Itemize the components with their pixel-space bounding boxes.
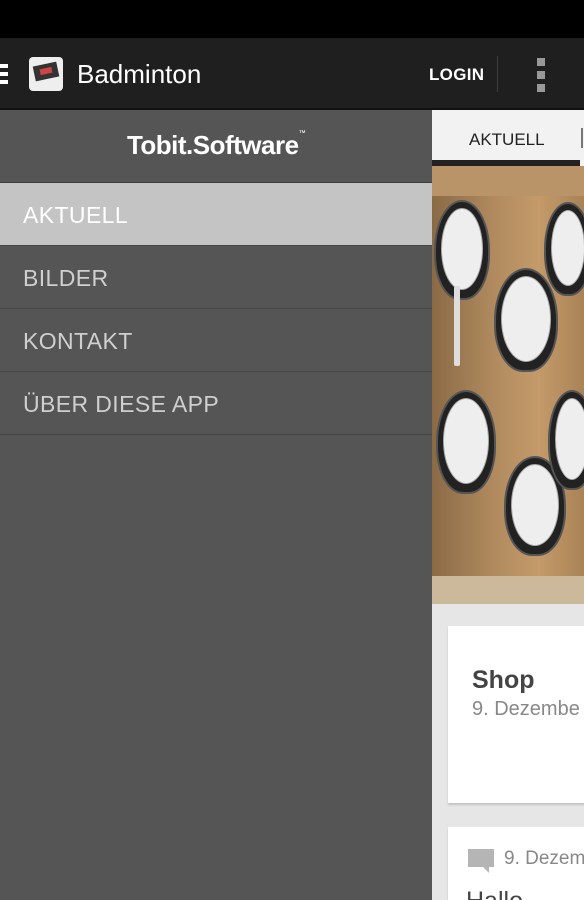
- drawer-item-bilder[interactable]: BILDER: [0, 246, 432, 309]
- racket-shaft: [454, 286, 460, 366]
- drawer-item-label: BILDER: [23, 265, 109, 291]
- menu-icon[interactable]: [0, 64, 8, 84]
- drawer-item-label: KONTAKT: [23, 328, 133, 354]
- post-text: Hallo: [466, 887, 523, 900]
- status-bar: [0, 0, 584, 38]
- drawer-item-kontakt[interactable]: KONTAKT: [0, 309, 432, 372]
- drawer-item-aktuell[interactable]: AKTUELL: [0, 183, 432, 246]
- app-title: Badminton: [77, 59, 202, 89]
- drawer-item-label: ÜBER DIESE APP: [23, 391, 220, 417]
- tab-bar: AKTUELL: [432, 110, 584, 166]
- drawer-item-label: AKTUELL: [23, 202, 129, 228]
- login-button[interactable]: LOGIN: [429, 65, 484, 85]
- card-date: 9. Dezembe: [472, 698, 580, 720]
- card-title: Shop: [472, 666, 535, 694]
- tab-separator: [581, 128, 583, 148]
- racket-image: [434, 200, 490, 300]
- tab-aktuell[interactable]: AKTUELL: [469, 130, 545, 150]
- action-bar: Badminton LOGIN: [0, 38, 584, 110]
- main-content: AKTUELL Shop 9. Dezembe 9. Dezem Hallo: [432, 110, 584, 900]
- racket-image: [494, 268, 558, 372]
- news-card[interactable]: Shop 9. Dezembe: [448, 626, 584, 803]
- racket-image: [548, 390, 584, 490]
- racket-image: [436, 390, 496, 494]
- racket-image: [544, 202, 584, 296]
- overflow-menu-icon[interactable]: [537, 58, 545, 92]
- brand-header: Tobit.Software™: [0, 110, 432, 183]
- comment-icon: [468, 849, 494, 873]
- header-photo[interactable]: [432, 166, 584, 604]
- drawer-item-ueber-diese-app[interactable]: ÜBER DIESE APP: [0, 372, 432, 435]
- navigation-drawer: Tobit.Software™ AKTUELL BILDER KONTAKT Ü…: [0, 110, 432, 900]
- brand-logo: Tobit.Software™: [126, 130, 306, 160]
- app-icon[interactable]: [29, 57, 63, 91]
- action-divider: [497, 56, 498, 92]
- post-card[interactable]: 9. Dezem Hallo: [448, 827, 584, 900]
- post-date: 9. Dezem: [504, 848, 584, 869]
